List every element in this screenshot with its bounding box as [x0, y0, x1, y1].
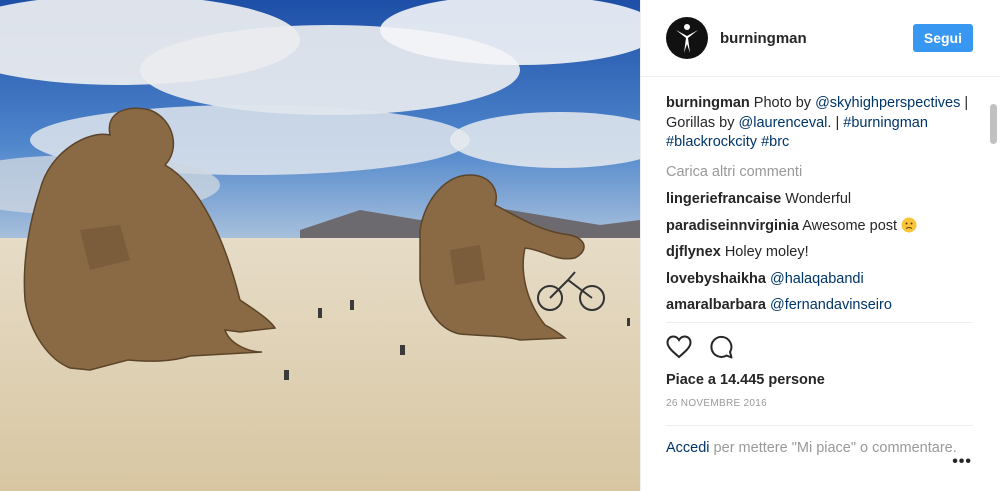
avatar[interactable]	[666, 17, 708, 59]
login-text: per mettere "Mi piace" o commentare.	[709, 440, 957, 456]
sad-smile-emoji-icon	[901, 217, 917, 232]
caption-username[interactable]: burningman	[666, 95, 750, 111]
comment-username[interactable]: paradiseinnvirginia	[666, 218, 799, 234]
comment-button[interactable]	[708, 334, 734, 360]
post-photo[interactable]	[0, 0, 640, 491]
comment-item: lingeriefrancaise Wonderful	[666, 190, 986, 210]
comment-item: amaralbarbara @fernandavinseiro	[666, 296, 986, 316]
heart-icon	[666, 335, 692, 359]
comments-list[interactable]: burningman Photo by @skyhighperspectives…	[666, 78, 986, 322]
likes-count[interactable]: Piace a 14.445 persone	[666, 372, 825, 388]
caption-text: Photo by	[749, 95, 816, 111]
more-options-button[interactable]: •••	[952, 453, 972, 471]
comment-mention[interactable]: @halaqabandi	[770, 271, 864, 287]
post-sidebar: burningman Segui burningman Photo by @sk…	[640, 0, 1000, 491]
login-link[interactable]: Accedi	[666, 440, 710, 456]
comment-username[interactable]: lovebyshaikha	[666, 271, 766, 287]
caption-hashtag[interactable]: #burningman	[843, 115, 928, 131]
like-button[interactable]	[666, 335, 692, 359]
comment-username[interactable]: lingeriefrancaise	[666, 191, 781, 207]
comment-item: lovebyshaikha @halaqabandi	[666, 270, 986, 290]
photo-image	[0, 0, 640, 491]
caption-hashtag[interactable]: #blackrockcity	[666, 134, 757, 150]
comment-item: paradiseinnvirginia Awesome post	[666, 217, 986, 237]
caption-text: |	[831, 114, 844, 131]
comment-mention[interactable]: @fernandavinseiro	[770, 297, 892, 313]
caption-mention[interactable]: @skyhighperspectives	[815, 95, 960, 111]
action-bar	[666, 322, 973, 371]
burningman-logo-icon	[676, 24, 698, 53]
post-header: burningman Segui	[641, 0, 1000, 77]
comment-text: Holey moley!	[724, 244, 809, 260]
comment-text: Wonderful	[785, 191, 852, 207]
comment-username[interactable]: djflynex	[666, 244, 721, 260]
comment-text: Awesome post	[802, 217, 902, 234]
caption: burningman Photo by @skyhighperspectives…	[666, 94, 986, 153]
comment-item: djflynex Holey moley!	[666, 243, 986, 263]
follow-button[interactable]: Segui	[912, 24, 973, 52]
caption-hashtag[interactable]: #brc	[761, 134, 789, 150]
instagram-post: burningman Segui burningman Photo by @sk…	[0, 0, 1000, 491]
post-date[interactable]: 26 NOVEMBRE 2016	[666, 398, 767, 409]
caption-mention[interactable]: @laurenceval.	[739, 115, 832, 131]
comments-scrollbar[interactable]	[990, 104, 997, 144]
comment-username[interactable]: amaralbarbara	[666, 297, 766, 313]
header-username[interactable]: burningman	[720, 30, 913, 47]
comment-icon	[710, 335, 733, 359]
load-more-comments[interactable]: Carica altri commenti	[666, 163, 986, 183]
login-prompt: Accedi per mettere "Mi piace" o commenta…	[666, 425, 973, 458]
